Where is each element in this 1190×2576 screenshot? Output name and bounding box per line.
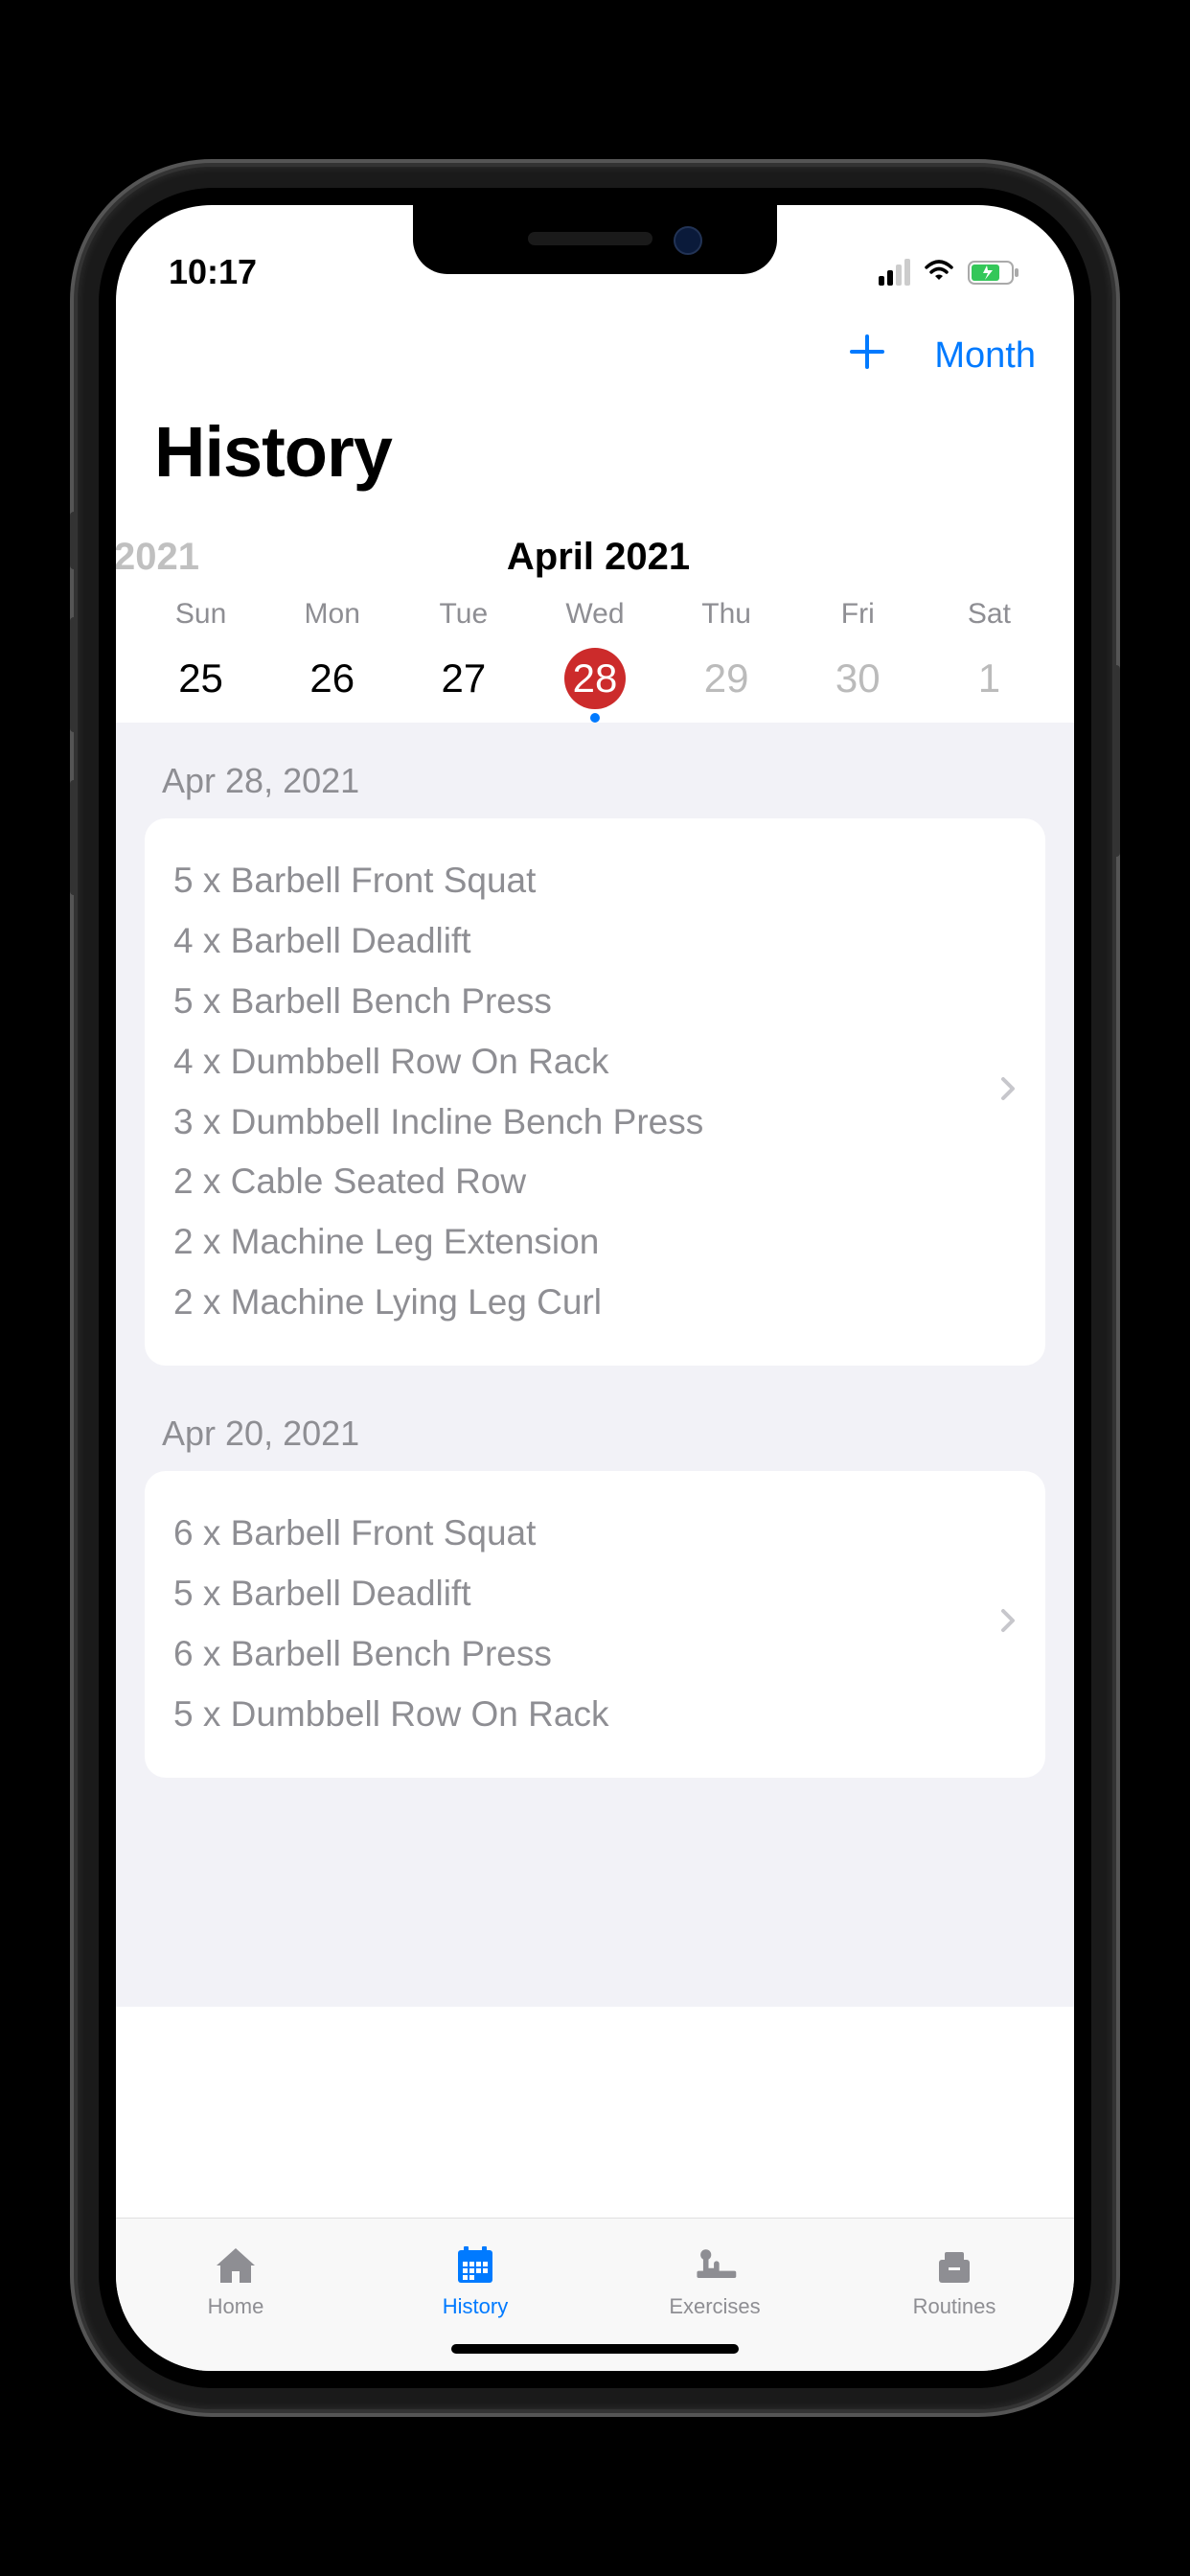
tab-label: Exercises (669, 2294, 760, 2319)
day-name-label: Sat (924, 598, 1055, 631)
workout-list: 6 x Barbell Front Squat5 x Barbell Deadl… (173, 1504, 999, 1745)
nav-bar: Month (116, 301, 1074, 392)
page-title: History (116, 392, 1074, 512)
month-view-button[interactable]: Month (934, 335, 1036, 377)
history-content[interactable]: Apr 28, 2021 5 x Barbell Front Squat4 x B… (116, 723, 1074, 2007)
app-screen: 10:17 (116, 205, 1074, 2371)
home-indicator[interactable] (451, 2344, 739, 2354)
history-icon (450, 2242, 500, 2288)
workout-item: 5 x Dumbbell Row On Rack (173, 1685, 999, 1745)
workout-item: 3 x Dumbbell Incline Bench Press (173, 1092, 999, 1153)
workout-item: 4 x Barbell Deadlift (173, 911, 999, 972)
day-name-label: Wed (529, 598, 660, 631)
status-time: 10:17 (169, 252, 257, 292)
workout-list: 5 x Barbell Front Squat4 x Barbell Deadl… (173, 851, 999, 1333)
section-date-label: Apr 20, 2021 (145, 1404, 1045, 1471)
tab-label: History (443, 2294, 508, 2319)
workout-item: 6 x Barbell Bench Press (173, 1624, 999, 1685)
chevron-right-icon (999, 1075, 1017, 1110)
status-icons (879, 257, 1021, 288)
day-number[interactable]: 30 (827, 648, 888, 709)
add-button[interactable] (848, 330, 886, 382)
calendar-day[interactable]: Tue 27 (398, 598, 529, 723)
day-number[interactable]: 1 (958, 648, 1019, 709)
calendar-day[interactable]: Sun 25 (135, 598, 266, 723)
workout-card[interactable]: 6 x Barbell Front Squat5 x Barbell Deadl… (145, 1471, 1045, 1778)
wifi-icon (922, 257, 956, 288)
device-notch (413, 205, 777, 274)
cellular-signal-icon (879, 259, 910, 286)
calendar-day[interactable]: Fri 30 (792, 598, 924, 723)
day-number[interactable]: 27 (433, 648, 494, 709)
workout-item: 5 x Barbell Bench Press (173, 972, 999, 1032)
workout-card[interactable]: 5 x Barbell Front Squat4 x Barbell Deadl… (145, 818, 1045, 1366)
day-name-label: Mon (266, 598, 398, 631)
tab-exercises[interactable]: Exercises (595, 2219, 835, 2342)
calendar-month-header: 2021 April 2021 (116, 512, 1074, 579)
day-name-label: Fri (792, 598, 924, 631)
home-icon (211, 2242, 261, 2288)
tab-history[interactable]: History (355, 2219, 595, 2342)
tab-label: Routines (913, 2294, 996, 2319)
workout-dot-indicator (590, 713, 600, 723)
workout-item: 6 x Barbell Front Squat (173, 1504, 999, 1564)
exercises-icon (690, 2242, 740, 2288)
day-number[interactable]: 28 (564, 648, 626, 709)
workout-item: 4 x Dumbbell Row On Rack (173, 1032, 999, 1092)
calendar-day[interactable]: Sat 1 (924, 598, 1055, 723)
calendar-week-row[interactable]: Sun 25 Mon 26 Tue 27 Wed 28 Thu 29 Fri 30 Sat 1 (116, 579, 1074, 723)
day-number[interactable]: 25 (171, 648, 232, 709)
calendar-day[interactable]: Wed 28 (529, 598, 660, 723)
day-name-label: Sun (135, 598, 266, 631)
calendar-day[interactable]: Thu 29 (661, 598, 792, 723)
battery-icon (968, 260, 1021, 286)
workout-item: 2 x Cable Seated Row (173, 1152, 999, 1212)
routines-icon (929, 2242, 979, 2288)
current-month-label: April 2021 (123, 536, 1074, 579)
workout-item: 5 x Barbell Deadlift (173, 1564, 999, 1624)
calendar-day[interactable]: Mon 26 (266, 598, 398, 723)
day-name-label: Thu (661, 598, 792, 631)
chevron-right-icon (999, 1607, 1017, 1642)
section-date-label: Apr 28, 2021 (145, 751, 1045, 818)
day-number[interactable]: 29 (696, 648, 757, 709)
day-name-label: Tue (398, 598, 529, 631)
workout-item: 2 x Machine Lying Leg Curl (173, 1273, 999, 1333)
workout-item: 2 x Machine Leg Extension (173, 1212, 999, 1273)
day-number[interactable]: 26 (302, 648, 363, 709)
workout-item: 5 x Barbell Front Squat (173, 851, 999, 911)
tab-home[interactable]: Home (116, 2219, 355, 2342)
tab-routines[interactable]: Routines (835, 2219, 1074, 2342)
tab-label: Home (208, 2294, 264, 2319)
